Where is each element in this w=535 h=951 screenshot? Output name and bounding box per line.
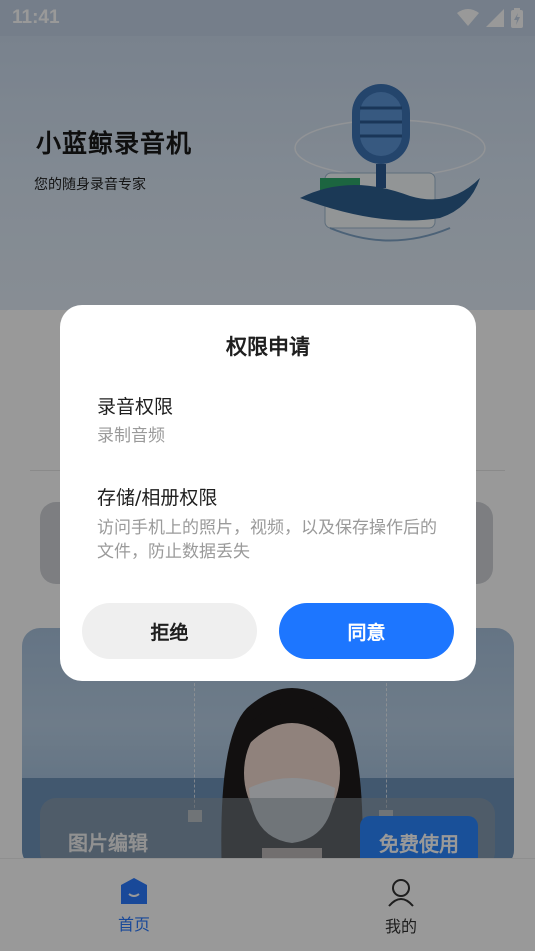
permission-dialog: 权限申请 录音权限 录制音频 存储/相册权限 访问手机上的照片，视频，以及保存操…	[60, 305, 476, 681]
agree-button[interactable]: 同意	[279, 603, 454, 659]
reject-button[interactable]: 拒绝	[82, 603, 257, 659]
permission-name-record: 录音权限	[97, 396, 174, 418]
dialog-title: 权限申请	[226, 335, 310, 359]
permission-name-storage: 存储/相册权限	[97, 487, 218, 509]
permission-desc-storage: 访问手机上的照片，视频，以及保存操作后的文件，防止数据丢失	[97, 518, 437, 562]
permission-desc-record: 录制音频	[97, 426, 165, 446]
